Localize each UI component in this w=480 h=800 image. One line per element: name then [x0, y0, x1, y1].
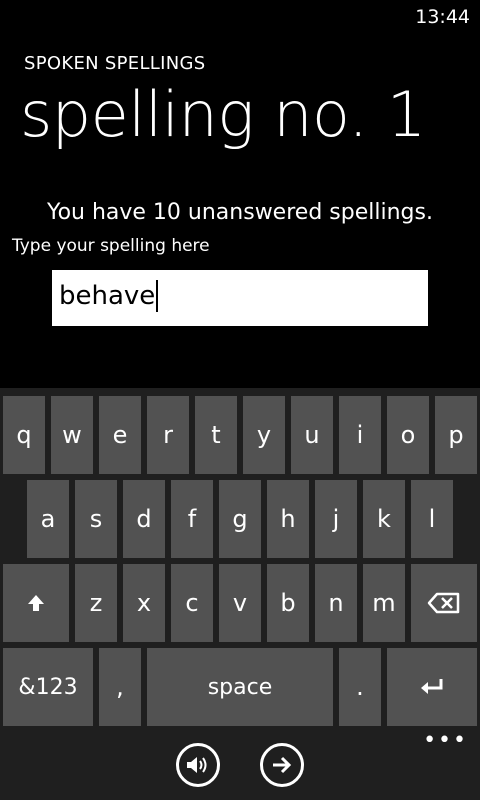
- input-hint-label: Type your spelling here: [12, 236, 210, 256]
- page-title: spelling no. 1: [20, 78, 426, 151]
- arrow-right-icon: [273, 756, 292, 774]
- play-audio-button[interactable]: [176, 743, 220, 787]
- key-i[interactable]: i: [339, 396, 381, 474]
- comma-key[interactable]: ,: [99, 648, 141, 726]
- shift-key[interactable]: [3, 564, 69, 642]
- period-key[interactable]: .: [339, 648, 381, 726]
- key-o[interactable]: o: [387, 396, 429, 474]
- key-e[interactable]: e: [99, 396, 141, 474]
- key-c[interactable]: c: [171, 564, 213, 642]
- app-title: SPOKEN SPELLINGS: [24, 53, 206, 74]
- key-k[interactable]: k: [363, 480, 405, 558]
- key-p[interactable]: p: [435, 396, 477, 474]
- text-caret: [156, 280, 159, 312]
- unanswered-count-text: You have 10 unanswered spellings.: [47, 200, 433, 225]
- key-a[interactable]: a: [27, 480, 69, 558]
- key-r[interactable]: r: [147, 396, 189, 474]
- shift-arrow-icon: [28, 595, 44, 611]
- status-time: 13:44: [415, 6, 470, 28]
- key-z[interactable]: z: [75, 564, 117, 642]
- key-u[interactable]: u: [291, 396, 333, 474]
- key-l[interactable]: l: [411, 480, 453, 558]
- speaker-icon: [187, 757, 207, 773]
- key-h[interactable]: h: [267, 480, 309, 558]
- spelling-input-value: behave: [59, 281, 156, 311]
- key-d[interactable]: d: [123, 480, 165, 558]
- key-s[interactable]: s: [75, 480, 117, 558]
- more-options-button[interactable]: •••: [423, 730, 468, 752]
- enter-icon: [421, 679, 443, 694]
- key-f[interactable]: f: [171, 480, 213, 558]
- enter-key[interactable]: [387, 648, 477, 726]
- key-n[interactable]: n: [315, 564, 357, 642]
- key-x[interactable]: x: [123, 564, 165, 642]
- key-y[interactable]: y: [243, 396, 285, 474]
- on-screen-keyboard: q w e r t y u i o p a s d f g h j k l z …: [0, 388, 480, 800]
- key-b[interactable]: b: [267, 564, 309, 642]
- spelling-input[interactable]: behave: [52, 270, 428, 326]
- key-q[interactable]: q: [3, 396, 45, 474]
- key-t[interactable]: t: [195, 396, 237, 474]
- key-m[interactable]: m: [363, 564, 405, 642]
- backspace-icon: [427, 592, 460, 614]
- backspace-key[interactable]: [411, 564, 477, 642]
- next-button[interactable]: [260, 743, 304, 787]
- key-v[interactable]: v: [219, 564, 261, 642]
- space-key[interactable]: space: [147, 648, 333, 726]
- key-w[interactable]: w: [51, 396, 93, 474]
- key-j[interactable]: j: [315, 480, 357, 558]
- key-g[interactable]: g: [219, 480, 261, 558]
- numbers-symbols-key[interactable]: &123: [3, 648, 93, 726]
